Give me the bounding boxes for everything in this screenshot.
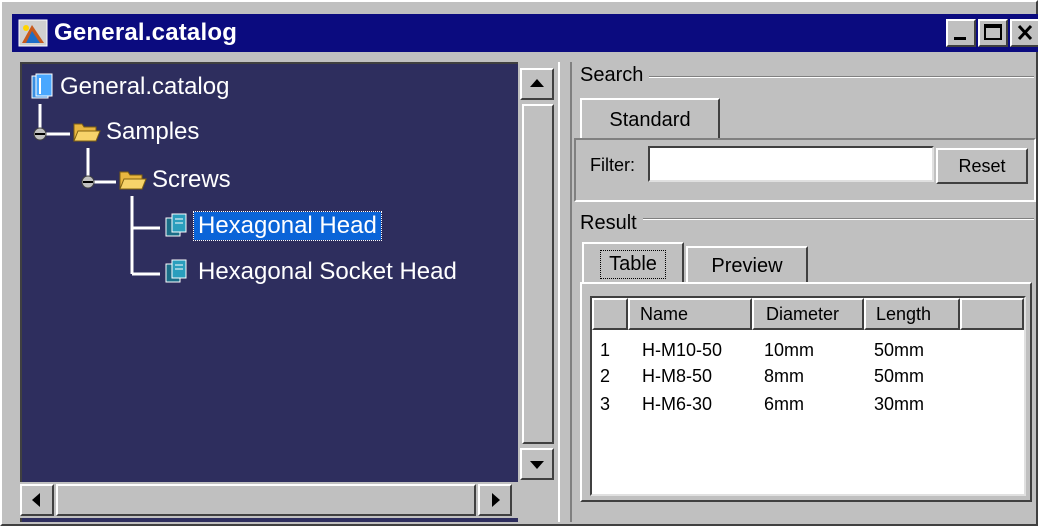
part-document-icon (165, 213, 187, 237)
minimize-icon (954, 37, 966, 40)
tree-node-root[interactable]: General.catalog (28, 72, 233, 102)
row-index: 3 (600, 394, 611, 414)
tree-node-hexagonal-head[interactable]: Hexagonal Head (162, 211, 382, 241)
filter-input[interactable] (648, 146, 934, 182)
reset-button-label: Reset (958, 155, 1006, 176)
title-bar[interactable]: General.catalog (12, 14, 1038, 52)
tree-node-samples[interactable]: Samples (72, 118, 203, 146)
scroll-down-button[interactable] (520, 448, 554, 480)
cell-name: H-M6-30 (642, 394, 713, 414)
scroll-left-button[interactable] (20, 484, 54, 516)
tree-item-label: Hexagonal Head (193, 211, 382, 241)
row-index: 1 (600, 340, 611, 360)
tab-label: Preview (711, 254, 783, 277)
catalog-book-icon (31, 73, 53, 99)
maximize-button[interactable] (978, 19, 1008, 47)
close-icon (1017, 24, 1033, 41)
catalog-window: General.catalog General.catalog Samples … (0, 0, 1038, 526)
part-document-icon (165, 259, 187, 283)
window-title: General.catalog (54, 19, 238, 46)
table-header-filler (960, 298, 1024, 330)
table-header-name[interactable]: Name (628, 298, 752, 330)
filter-label: Filter: (590, 155, 635, 175)
arrow-down-icon (530, 461, 544, 469)
column-label: Diameter (766, 303, 840, 324)
row-index: 2 (600, 366, 611, 386)
tree-item-label: Hexagonal Socket Head (198, 258, 457, 285)
cell-length: 50mm (874, 340, 925, 360)
tree-item-label: Screws (152, 166, 231, 193)
cell-length: 30mm (874, 394, 925, 414)
arrow-right-icon (492, 493, 500, 507)
scroll-right-button[interactable] (478, 484, 512, 516)
column-label: Length (876, 303, 932, 324)
reset-button[interactable]: Reset (936, 148, 1028, 184)
tab-label: Table (600, 249, 666, 279)
tree-node-hexagonal-socket-head[interactable]: Hexagonal Socket Head (162, 258, 461, 286)
scroll-up-button[interactable] (520, 68, 554, 100)
cell-diameter: 8mm (764, 366, 804, 386)
result-group-label: Result (580, 212, 643, 235)
table-header-diameter[interactable]: Diameter (752, 298, 864, 330)
cell-diameter: 10mm (764, 340, 815, 360)
folder-icon (119, 171, 147, 190)
minimize-button[interactable] (946, 19, 976, 47)
scroll-thumb[interactable] (522, 104, 554, 444)
tree-node-screws[interactable]: Screws (118, 166, 235, 194)
pane-splitter[interactable] (558, 62, 572, 522)
search-group-line (582, 76, 1034, 78)
table-header-index[interactable] (592, 298, 628, 330)
maximize-icon (984, 24, 1002, 40)
table-header-length[interactable]: Length (864, 298, 960, 330)
catalog-app-icon (18, 19, 48, 47)
cell-length: 50mm (874, 366, 925, 386)
cell-diameter: 6mm (764, 394, 804, 414)
close-button[interactable] (1010, 19, 1038, 47)
result-group-line (582, 218, 1034, 220)
column-label: Name (640, 303, 689, 324)
folder-icon (73, 123, 101, 142)
arrow-up-icon (530, 79, 544, 87)
arrow-left-icon (32, 493, 40, 507)
catalog-tree[interactable]: General.catalog Samples Screws Hexagonal… (20, 62, 518, 522)
search-group-label: Search (580, 64, 650, 87)
tree-root-label: General.catalog (60, 73, 230, 100)
tab-label: Standard (609, 108, 691, 131)
tree-horizontal-scrollbar[interactable] (20, 482, 520, 518)
tree-vertical-scrollbar[interactable] (520, 62, 556, 482)
tab-table[interactable]: Table (582, 242, 684, 284)
tab-standard[interactable]: Standard (580, 98, 720, 140)
cell-name: H-M8-50 (642, 366, 713, 386)
tree-item-label: Samples (106, 118, 200, 145)
tab-preview[interactable]: Preview (686, 246, 808, 284)
scroll-thumb[interactable] (56, 484, 476, 516)
cell-name: H-M10-50 (642, 340, 723, 360)
